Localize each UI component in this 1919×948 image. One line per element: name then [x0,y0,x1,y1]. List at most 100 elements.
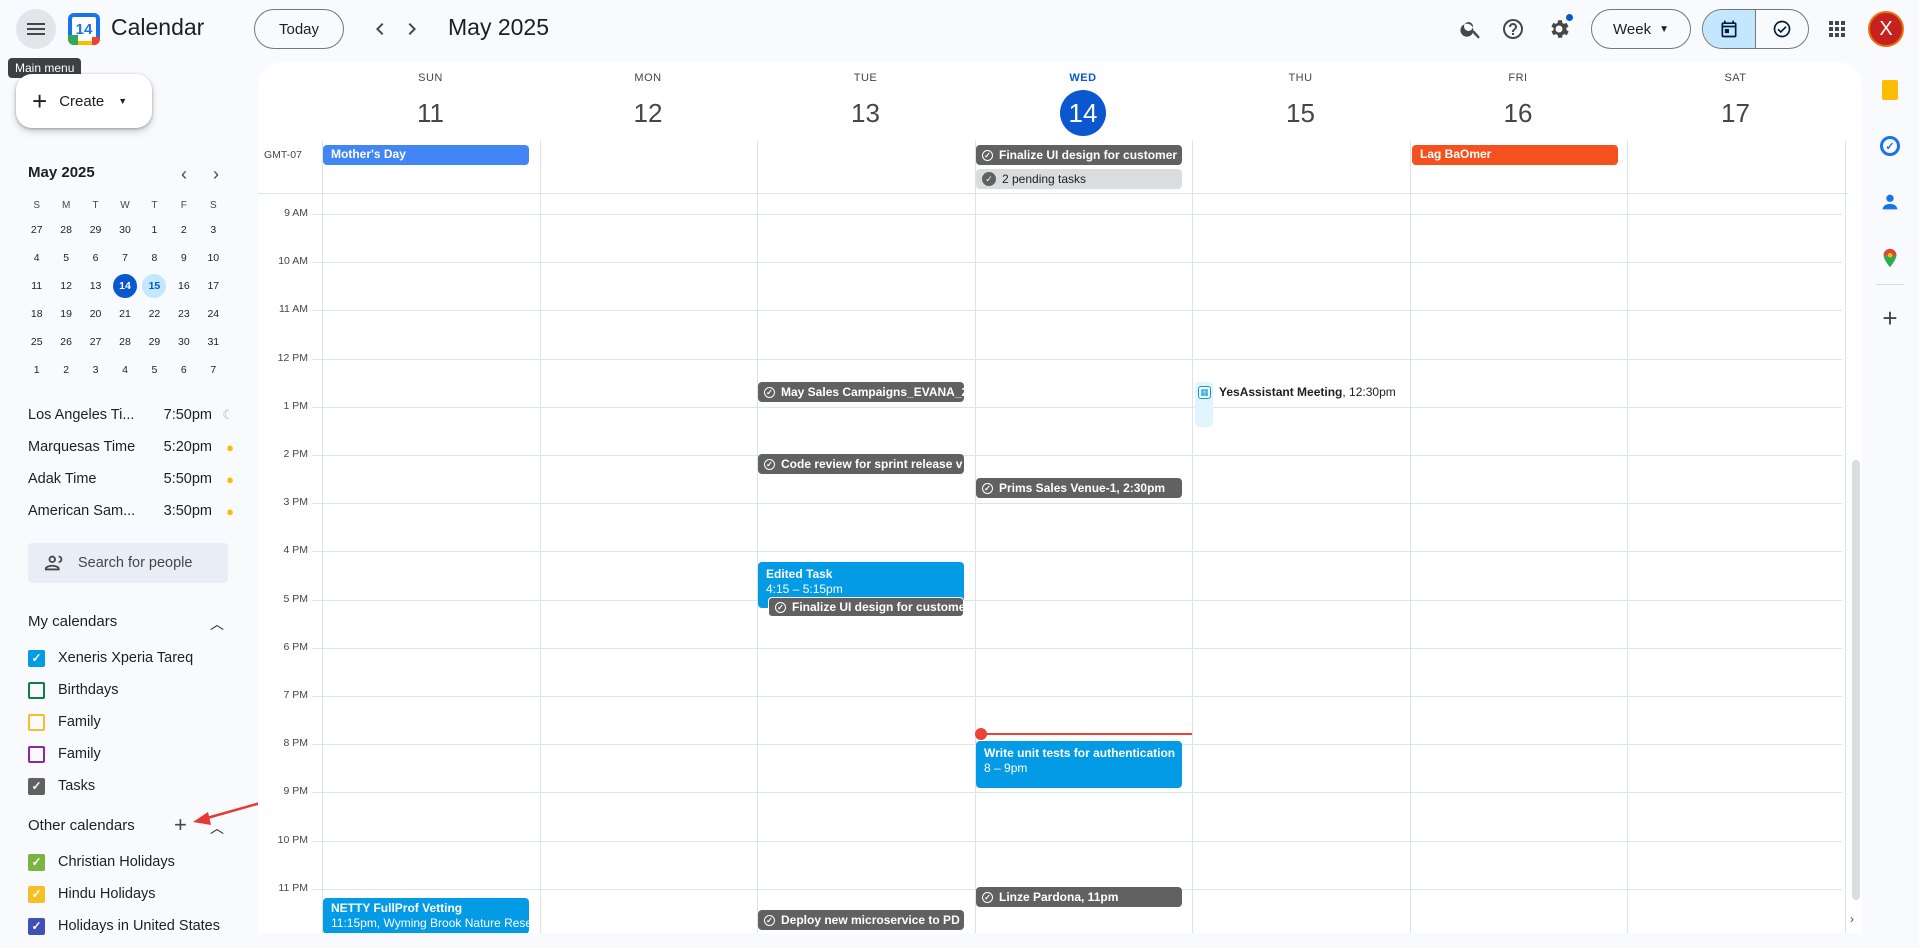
mini-day[interactable]: 2 [169,216,198,244]
keep-icon[interactable] [1876,76,1904,104]
calendar-item[interactable]: ✓ Tasks [28,774,95,798]
mini-day[interactable]: 28 [110,328,139,356]
day-number[interactable]: 14 [1060,90,1106,136]
mini-day[interactable]: 12 [51,272,80,300]
day-number[interactable]: 13 [843,90,889,136]
calendar-item[interactable]: ✓ Christian Holidays [28,850,175,874]
today-button[interactable]: Today [254,9,344,49]
task-event[interactable]: ✓ Prims Sales Venue-1, 2:30pm [976,478,1182,498]
mini-day[interactable]: 18 [22,300,51,328]
task-event[interactable]: ✓ Linze Pardona, 11pm [976,887,1182,907]
calendar-checkbox[interactable]: ✓ [28,885,45,903]
mini-day[interactable]: 4 [110,356,139,384]
calendar-item[interactable]: ✓ Hindu Holidays [28,882,156,906]
calendar-item[interactable]: Family [28,710,101,734]
mini-day[interactable]: 27 [81,328,110,356]
mini-day[interactable]: 19 [51,300,80,328]
settings-button[interactable] [1539,9,1579,49]
help-button[interactable] [1493,9,1533,49]
mini-day[interactable]: 2 [51,356,80,384]
mini-day[interactable]: 29 [81,216,110,244]
my-calendars-title[interactable]: My calendars [28,613,117,630]
calendar-item[interactable]: Birthdays [28,678,118,702]
mini-day[interactable]: 1 [22,356,51,384]
search-button[interactable] [1451,9,1491,49]
mini-day[interactable]: 14 [110,272,139,300]
mini-day[interactable]: 23 [169,300,198,328]
mini-day[interactable]: 31 [199,328,228,356]
mini-day[interactable]: 1 [140,216,169,244]
tasks-icon[interactable]: ✓ [1876,132,1904,160]
calendar-logo[interactable]: 14 [68,13,100,45]
create-button[interactable]: + Create ▼ [16,74,152,128]
task-event[interactable]: ✓ May Sales Campaigns_EVANA_2 [758,382,964,402]
tasks-view-toggle[interactable] [1755,10,1808,48]
chevron-up-icon[interactable]: ︿ [210,818,224,838]
add-other-calendar-button[interactable]: + [174,812,187,838]
mini-day[interactable]: 24 [199,300,228,328]
mini-day[interactable]: 6 [169,356,198,384]
calendar-item[interactable]: ✓ Holidays in United States [28,914,220,938]
all-day-event[interactable]: Mother's Day [323,145,529,165]
apps-button[interactable] [1817,9,1857,49]
mini-day[interactable]: 29 [140,328,169,356]
mini-day[interactable]: 25 [22,328,51,356]
mini-day[interactable]: 9 [169,244,198,272]
calendar-checkbox[interactable] [28,713,45,731]
app-title[interactable]: Calendar [111,14,204,41]
mini-day[interactable]: 16 [169,272,198,300]
mini-day[interactable]: 7 [110,244,139,272]
contacts-icon[interactable] [1876,188,1904,216]
mini-day[interactable]: 26 [51,328,80,356]
calendar-event[interactable]: NETTY FullProf Vetting 11:15pm, Wyming Br… [323,898,529,933]
calendar-checkbox[interactable] [28,681,45,699]
calendar-checkbox[interactable]: ✓ [28,649,45,667]
mini-day[interactable]: 5 [140,356,169,384]
mini-day[interactable]: 21 [110,300,139,328]
day-number[interactable]: 12 [625,90,671,136]
calendar-checkbox[interactable]: ✓ [28,853,45,871]
calendar-tasks-toggle[interactable] [1702,9,1809,49]
calendar-checkbox[interactable]: ✓ [28,777,45,795]
all-day-task[interactable]: ✓ Finalize UI design for customer [976,145,1182,165]
next-week-button[interactable] [392,9,432,49]
mini-day[interactable]: 27 [22,216,51,244]
mini-day[interactable]: 5 [51,244,80,272]
mini-day[interactable]: 3 [199,216,228,244]
mini-prev-button[interactable]: ‹ [181,164,187,185]
get-addons-button[interactable]: + [1876,303,1904,333]
mini-day[interactable]: 7 [199,356,228,384]
day-number[interactable]: 16 [1495,90,1541,136]
calendar-item[interactable]: Family [28,742,101,766]
calendar-checkbox[interactable] [28,745,45,763]
account-avatar[interactable]: X [1868,11,1904,47]
mini-day[interactable]: 13 [81,272,110,300]
task-event[interactable]: ✓ Finalize UI design for customer [768,597,964,617]
day-number[interactable]: 11 [408,90,454,136]
mini-day[interactable]: 11 [22,272,51,300]
mini-day[interactable]: 8 [140,244,169,272]
mini-day[interactable]: 4 [22,244,51,272]
mini-day[interactable]: 3 [81,356,110,384]
mini-day[interactable]: 15 [140,272,169,300]
mini-day[interactable]: 17 [199,272,228,300]
mini-day[interactable]: 22 [140,300,169,328]
task-event[interactable]: ✓ Code review for sprint release v [758,454,964,474]
pending-tasks-chip[interactable]: ✓ 2 pending tasks [976,169,1182,189]
search-people-input[interactable]: Search for people [28,543,228,583]
mini-day[interactable]: 6 [81,244,110,272]
scroll-down-arrow[interactable]: › [1850,912,1854,926]
mini-day[interactable]: 30 [110,216,139,244]
all-day-event[interactable]: Lag BaOmer [1412,145,1618,165]
calendar-view-toggle[interactable] [1703,10,1755,48]
mini-day[interactable]: 28 [51,216,80,244]
mini-day[interactable]: 20 [81,300,110,328]
calendar-item[interactable]: ✓ Xeneris Xperia Tareq [28,646,193,670]
scrollbar[interactable] [1852,460,1860,900]
calendar-checkbox[interactable]: ✓ [28,917,45,935]
day-number[interactable]: 17 [1713,90,1759,136]
mini-day[interactable]: 10 [199,244,228,272]
view-selector[interactable]: Week ▼ [1591,9,1691,49]
calendar-event[interactable]: Write unit tests for authentication 8 – 9… [976,741,1182,788]
mini-next-button[interactable]: › [213,164,219,185]
